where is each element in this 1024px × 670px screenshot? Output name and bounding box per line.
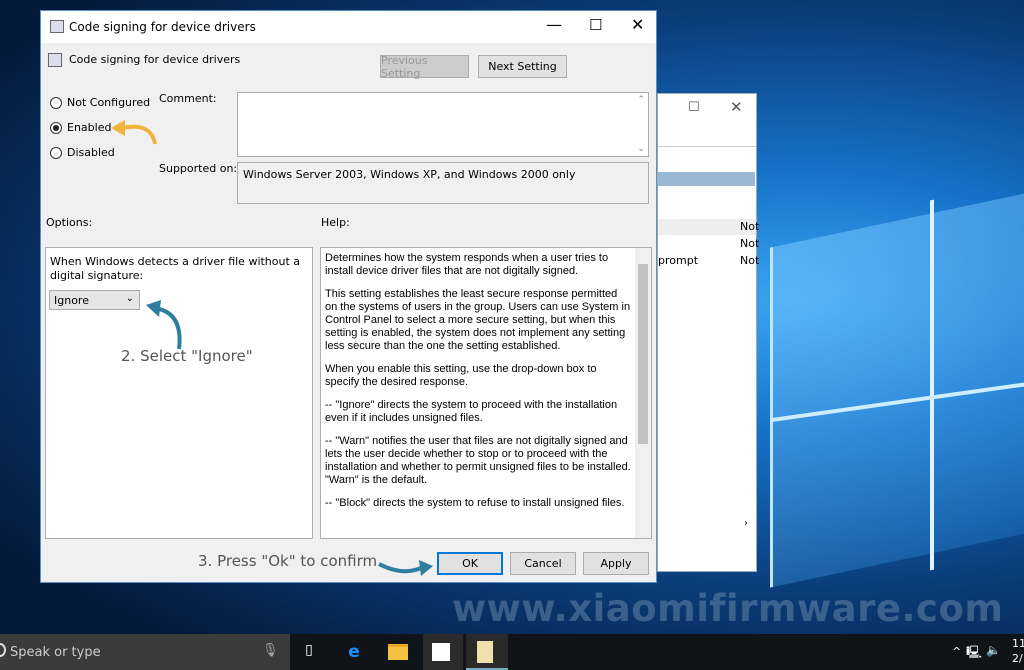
help-panel: Determines how the system responds when … [320,247,652,539]
search-box[interactable]: Speak or type 🎙 [0,634,290,670]
next-setting-button[interactable]: Next Setting [478,55,567,78]
taskbar: Speak or type 🎙 [0,634,1024,670]
wallpaper-light [930,199,934,571]
supported-label: Supported on: [159,162,238,175]
network-icon[interactable]: 🖳 [966,643,982,664]
file-explorer-icon[interactable] [388,644,408,660]
policy-editor-taskbar-icon[interactable] [477,641,493,663]
option-description: When Windows detects a driver file witho… [50,255,301,282]
chevron-down-icon: ⌄ [125,293,134,304]
setting-name: Code signing for device drivers [69,53,241,66]
maximize-icon[interactable]: ☐ [589,16,602,34]
radio-disabled[interactable]: Disabled [50,146,115,159]
help-paragraph: -- "Block" directs the system to refuse … [325,497,625,509]
window-title: Code signing for device drivers [69,20,256,34]
selected-row[interactable] [658,172,755,186]
close-icon[interactable]: ✕ [730,98,743,116]
background-window[interactable]: ☐ ✕ Not Not prompt Not › [657,93,760,572]
arrow-annotation-icon [378,560,433,576]
ok-button[interactable]: OK [437,552,503,575]
task-view-icon[interactable]: ▯ [298,642,320,662]
store-icon[interactable] [432,643,450,661]
close-icon[interactable]: ✕ [631,15,644,34]
help-paragraph: This setting establishes the least secur… [325,288,631,352]
radio-not-configured[interactable]: Not Configured [50,96,150,109]
options-label: Options: [46,216,93,229]
step-2-annotation: 2. Select "Ignore" [121,347,253,365]
policy-icon [50,20,64,33]
supported-on-field: Windows Server 2003, Windows XP, and Win… [237,162,649,204]
edge-icon[interactable]: e [343,642,365,662]
clock[interactable]: 11 [1012,637,1024,650]
help-paragraph: -- "Ignore" directs the system to procee… [325,399,618,424]
chevron-up-icon[interactable]: ^ [952,645,961,658]
state-cell: Not [740,220,760,233]
maximize-icon[interactable]: ☐ [688,100,700,115]
help-paragraph: -- "Warn" notifies the user that files a… [325,435,631,486]
options-panel: When Windows detects a driver file witho… [45,247,313,539]
search-placeholder: Speak or type [10,645,101,660]
policy-cell: prompt [658,254,699,267]
radio-enabled[interactable]: Enabled [50,121,111,134]
help-paragraph: Determines how the system responds when … [325,252,609,277]
scroll-right-icon[interactable]: › [744,518,748,529]
state-cell: Not [740,254,760,267]
watermark: www.xiaomifirmware.com [452,587,1004,630]
state-cell: Not [740,237,760,250]
arrow-annotation-icon [146,300,182,350]
help-paragraph: When you enable this setting, use the dr… [325,363,597,388]
scrollbar-thumb[interactable] [638,264,648,444]
policy-dialog: Code signing for device drivers — ☐ ✕ Co… [40,10,657,583]
step-3-annotation: 3. Press "Ok" to confirm [198,552,378,570]
date[interactable]: 2/ [1012,652,1023,665]
microphone-icon[interactable]: 🎙 [262,643,279,658]
arrow-annotation-icon [111,120,157,145]
apply-button[interactable]: Apply [583,552,649,575]
comment-label: Comment: [159,92,217,105]
policy-icon [48,53,62,67]
previous-setting-button[interactable]: Previous Setting [380,54,469,80]
volume-icon[interactable]: 🔈 [986,643,1001,657]
cancel-button[interactable]: Cancel [510,552,576,575]
response-dropdown[interactable]: Ignore ⌄ [49,290,140,310]
help-label: Help: [321,216,350,229]
comment-textarea[interactable]: ⌃ ⌄ [237,92,649,157]
minimize-icon[interactable]: — [546,15,562,34]
help-scrollbar[interactable] [635,248,651,538]
title-bar[interactable]: Code signing for device drivers — ☐ ✕ [41,11,656,43]
